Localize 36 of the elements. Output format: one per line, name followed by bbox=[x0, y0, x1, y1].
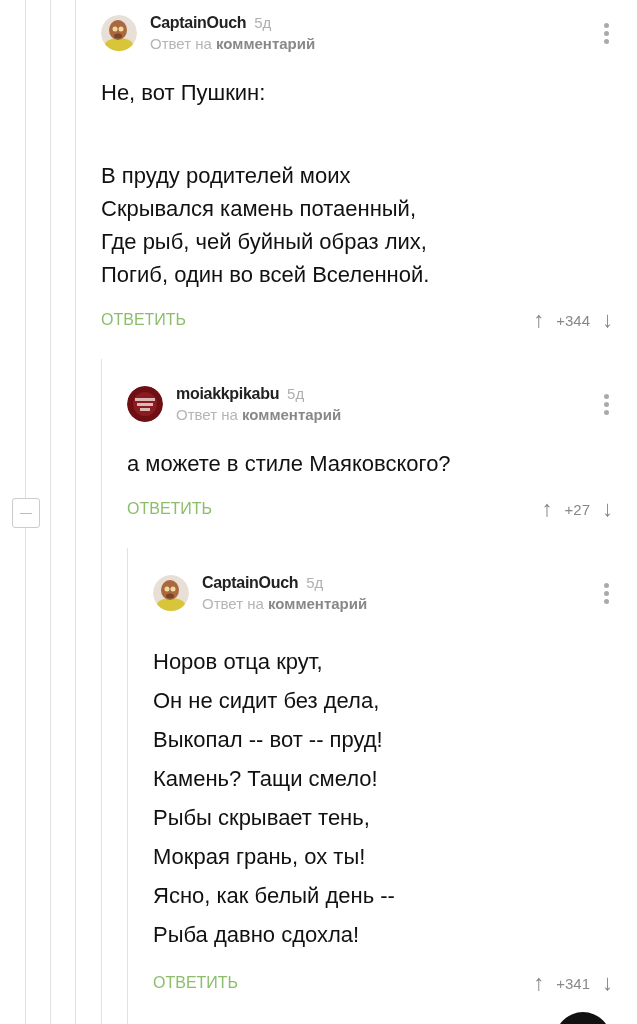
comment-age: 5д bbox=[254, 14, 272, 31]
downvote-button[interactable]: ↓ bbox=[602, 496, 613, 522]
upvote-button[interactable]: ↑ bbox=[533, 307, 545, 333]
downvote-button[interactable]: ↓ bbox=[602, 970, 613, 996]
comment-text: Рыба давно сдохла! bbox=[153, 921, 361, 949]
comment-text: Скрывался камень потаенный, bbox=[101, 195, 417, 223]
upvote-button[interactable]: ↑ bbox=[541, 496, 553, 522]
comment-text: Где рыб, чей буйный образ лих, bbox=[101, 228, 428, 256]
comment-text: Мокрая грань, ох ты! bbox=[153, 843, 367, 871]
comment-text: Камень? Тащи смело! bbox=[153, 765, 379, 793]
reply-context: Ответ на комментарий bbox=[150, 35, 317, 52]
reply-link[interactable]: ОТВЕТИТЬ bbox=[153, 974, 239, 992]
author-name[interactable]: CaptainOuch bbox=[150, 14, 247, 32]
author-name[interactable]: CaptainOuch bbox=[202, 574, 299, 592]
reply-context: Ответ на комментарий bbox=[202, 595, 369, 612]
comment-text: Ясно, как белый день -- bbox=[153, 882, 396, 910]
comment-text: Норов отца крут, bbox=[153, 648, 324, 676]
downvote-button[interactable]: ↓ bbox=[602, 307, 613, 333]
vote-score: +344 bbox=[556, 311, 590, 329]
comment-age: 5д bbox=[306, 574, 324, 591]
author-name[interactable]: moiakkpikabu bbox=[176, 385, 280, 403]
vote-score: +27 bbox=[564, 500, 590, 518]
vote-score: +341 bbox=[556, 974, 590, 992]
comment-text: Он не сидит без дела, bbox=[153, 687, 381, 715]
reply-link[interactable]: ОТВЕТИТЬ bbox=[127, 500, 213, 518]
comment-text: а можете в стиле Маяковского? bbox=[127, 450, 452, 478]
comment-age: 5д bbox=[287, 385, 305, 402]
comment-text: Не, вот Пушкин: bbox=[101, 79, 267, 107]
reply-link[interactable]: ОТВЕТИТЬ bbox=[101, 311, 187, 329]
comment-text: Рыбы скрывает тень, bbox=[153, 804, 371, 832]
collapse-button[interactable] bbox=[12, 498, 40, 528]
comment-text: Погиб, один во всей Вселенной. bbox=[101, 261, 431, 289]
comment-text: Выкопал -- вот -- пруд! bbox=[153, 726, 384, 754]
comment-text: В пруду родителей моих bbox=[101, 162, 352, 190]
upvote-button[interactable]: ↑ bbox=[533, 970, 545, 996]
reply-context: Ответ на комментарий bbox=[176, 406, 343, 423]
